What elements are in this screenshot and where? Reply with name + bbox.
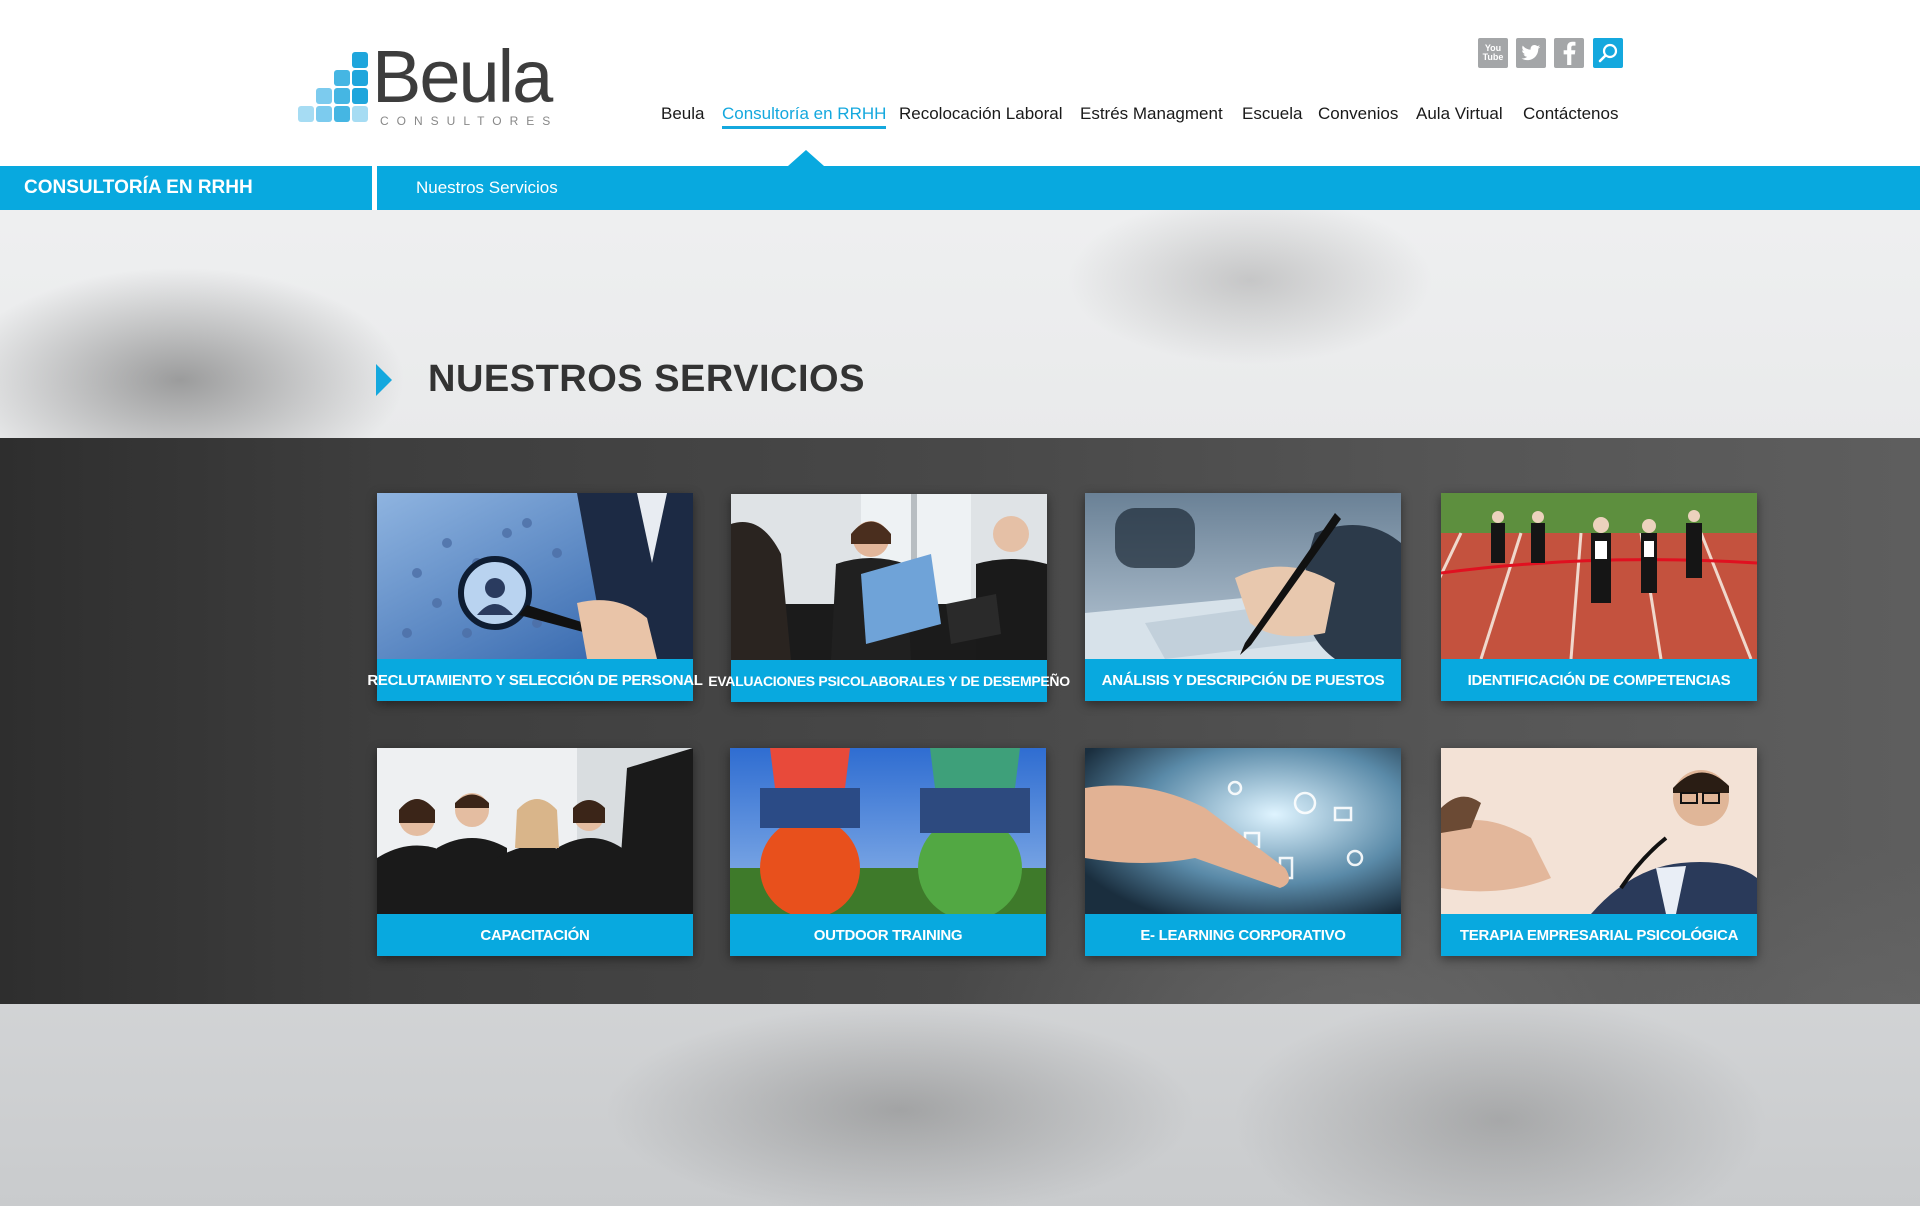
service-card-outdoor[interactable]: OUTDOOR TRAINING [730, 748, 1046, 956]
active-nav-pointer [788, 150, 824, 166]
title-arrow-icon [376, 364, 392, 396]
section-title-box: CONSULTORÍA EN RRHH [0, 166, 377, 210]
logo-wordmark[interactable]: Beula [372, 40, 553, 114]
search-icon[interactable] [1593, 38, 1623, 68]
service-card-analisis[interactable]: ANÁLISIS Y DESCRIPCIÓN DE PUESTOS [1085, 493, 1401, 701]
nav-item-estres[interactable]: Estrés Managment [1080, 104, 1223, 124]
therapy-image [1441, 748, 1757, 914]
elearning-image [1085, 748, 1401, 914]
recruitment-image [377, 493, 693, 659]
service-card-terapia[interactable]: TERAPIA EMPRESARIAL PSICOLÓGICA [1441, 748, 1757, 956]
nav-item-aula-virtual[interactable]: Aula Virtual [1416, 104, 1503, 124]
nav-item-recolocacion[interactable]: Recolocación Laboral [899, 104, 1063, 124]
nav-item-beula[interactable]: Beula [661, 104, 704, 124]
section-bar: CONSULTORÍA EN RRHH Nuestros Servicios [0, 166, 1920, 210]
evaluation-image [731, 494, 1047, 660]
nav-item-escuela[interactable]: Escuela [1242, 104, 1302, 124]
training-image [377, 748, 693, 914]
section-title: CONSULTORÍA EN RRHH [24, 177, 253, 198]
nav-item-consultoria[interactable]: Consultoría en RRHH [722, 104, 887, 129]
service-card-elearning[interactable]: E- LEARNING CORPORATIVO [1085, 748, 1401, 956]
twitter-icon[interactable] [1516, 38, 1546, 68]
service-label: IDENTIFICACIÓN DE COMPETENCIAS [1441, 659, 1757, 701]
service-label: E- LEARNING CORPORATIVO [1085, 914, 1401, 956]
analysis-image [1085, 493, 1401, 659]
nav-item-convenios[interactable]: Convenios [1318, 104, 1398, 124]
service-label: TERAPIA EMPRESARIAL PSICOLÓGICA [1441, 914, 1757, 956]
service-card-reclutamiento[interactable]: RECLUTAMIENTO Y SELECCIÓN DE PERSONAL [367, 493, 703, 701]
page-title: NUESTROS SERVICIOS [428, 358, 865, 400]
service-label: EVALUACIONES PSICOLABORALES Y DE DESEMPE… [708, 660, 1070, 702]
logo-tagline: CONSULTORES [380, 114, 559, 128]
service-card-competencias[interactable]: IDENTIFICACIÓN DE COMPETENCIAS [1441, 493, 1757, 701]
competencies-image [1441, 493, 1757, 659]
site-header: Beula CONSULTORES You Tube Beula Consult… [0, 0, 1920, 166]
service-label: ANÁLISIS Y DESCRIPCIÓN DE PUESTOS [1085, 659, 1401, 701]
youtube-icon[interactable]: You Tube [1478, 38, 1508, 68]
facebook-icon[interactable] [1554, 38, 1584, 68]
outdoor-image [730, 748, 1046, 914]
service-card-capacitacion[interactable]: CAPACITACIÓN [377, 748, 693, 956]
service-label: CAPACITACIÓN [377, 914, 693, 956]
service-label: RECLUTAMIENTO Y SELECCIÓN DE PERSONAL [367, 659, 703, 701]
service-card-evaluaciones[interactable]: EVALUACIONES PSICOLABORALES Y DE DESEMPE… [708, 494, 1070, 702]
service-label: OUTDOOR TRAINING [730, 914, 1046, 956]
nav-item-contactenos[interactable]: Contáctenos [1523, 104, 1618, 124]
breadcrumb[interactable]: Nuestros Servicios [416, 178, 558, 198]
